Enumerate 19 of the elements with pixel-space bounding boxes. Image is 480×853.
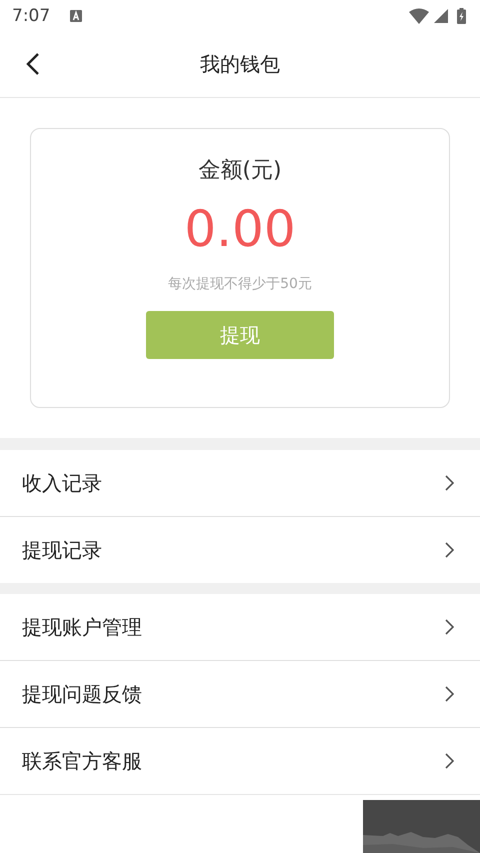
- signal-icon: [434, 9, 448, 23]
- chevron-icon: [445, 686, 454, 702]
- menu-item[interactable]: 收入记录: [0, 450, 480, 516]
- menu-item[interactable]: 提现问题反馈: [0, 660, 480, 727]
- menu-item[interactable]: 提现账户管理: [0, 594, 480, 660]
- chevron-icon: [445, 619, 454, 635]
- page-title: 我的钱包: [200, 51, 280, 78]
- withdraw-note: 每次提现不得少于50元: [168, 275, 312, 293]
- keyboard-icon: [70, 10, 82, 22]
- amount-value: 0.00: [184, 199, 296, 259]
- wifi-icon: [409, 8, 429, 24]
- battery-icon: [457, 8, 466, 24]
- menu-item[interactable]: 提现记录: [0, 516, 480, 583]
- chevron-icon: [445, 753, 454, 769]
- amount-label: 金额(元): [198, 157, 282, 185]
- chevron-icon: [445, 542, 454, 558]
- menu-item[interactable]: 联系官方客服: [0, 727, 480, 794]
- chevron-icon: [445, 475, 454, 491]
- status-time: 7:07: [12, 6, 50, 26]
